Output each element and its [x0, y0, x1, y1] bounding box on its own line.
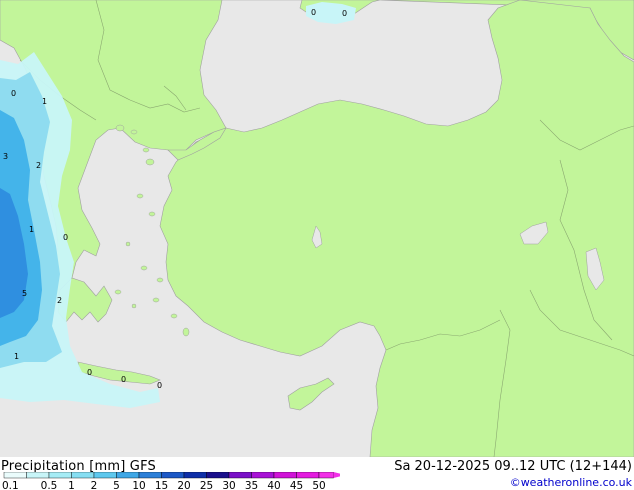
colorbar-cell — [26, 472, 50, 479]
colorbar-tick-label: 0.1 — [2, 480, 19, 490]
colorbar-cell — [71, 472, 95, 479]
colorbar-tick-label: 45 — [290, 480, 303, 490]
colorbar-cell — [48, 472, 72, 479]
point-value: 0 — [311, 8, 316, 17]
colorbar-tick-label: 1 — [68, 480, 75, 490]
point-value: 0 — [87, 368, 92, 377]
colorbar-cell — [161, 472, 185, 479]
colorbar-tick-label: 50 — [312, 480, 325, 490]
colorbar-tick-label: 40 — [267, 480, 280, 490]
colorbar-cell — [3, 472, 27, 479]
credit-link[interactable]: ©weatheronline.co.uk — [510, 476, 632, 489]
colorbar-tick-label: 20 — [177, 480, 190, 490]
point-value: 1 — [42, 97, 47, 106]
point-value: 0 — [121, 375, 126, 384]
point-value: 1 — [14, 352, 19, 361]
colorbar-tick-label: 10 — [132, 480, 145, 490]
colorbar-legend: 0.1 0.5 1 2 5 10 15 20 25 30 35 40 45 50 — [2, 472, 340, 490]
precipitation-map: 0 0 0 1 3 2 1 0 5 2 1 0 0 0 — [0, 0, 634, 457]
colorbar-cell — [138, 472, 162, 479]
colorbar-tick-label: 30 — [222, 480, 235, 490]
colorbar-cell — [228, 472, 252, 479]
colorbar-tick-label: 15 — [155, 480, 168, 490]
point-value: 1 — [29, 225, 34, 234]
colorbar-cell — [116, 472, 140, 479]
colorbar-cell — [251, 472, 275, 479]
point-value: 2 — [36, 161, 41, 170]
colorbar-cell — [183, 472, 207, 479]
colorbar-cell — [206, 472, 230, 479]
colorbar-cell — [273, 472, 297, 479]
point-value: 2 — [57, 296, 62, 305]
colorbar-tick-label: 0.5 — [41, 480, 58, 490]
colorbar-cell — [318, 472, 334, 479]
colorbar-arrow — [333, 472, 340, 478]
forecast-datetime: Sa 20-12-2025 09..12 UTC (12+144) — [394, 459, 632, 474]
point-value: 5 — [22, 289, 27, 298]
colorbar-tick-label: 25 — [200, 480, 213, 490]
colorbar-tick-label: 2 — [91, 480, 98, 490]
colorbar-tick-label: 35 — [245, 480, 258, 490]
footer: Precipitation [mm] GFS Sa 20-12-2025 09.… — [0, 457, 634, 490]
colorbar-ticks: 0.1 0.5 1 2 5 10 15 20 25 30 35 40 45 50 — [2, 480, 326, 490]
colorbar-cells — [3, 472, 340, 479]
point-value: 0 — [63, 233, 68, 242]
point-value: 0 — [157, 381, 162, 390]
point-value: 0 — [342, 9, 347, 18]
point-value: 0 — [11, 89, 16, 98]
colorbar-cell — [93, 472, 117, 479]
point-value: 3 — [3, 152, 8, 161]
colorbar-tick-label: 5 — [113, 480, 120, 490]
colorbar-cell — [296, 472, 320, 479]
